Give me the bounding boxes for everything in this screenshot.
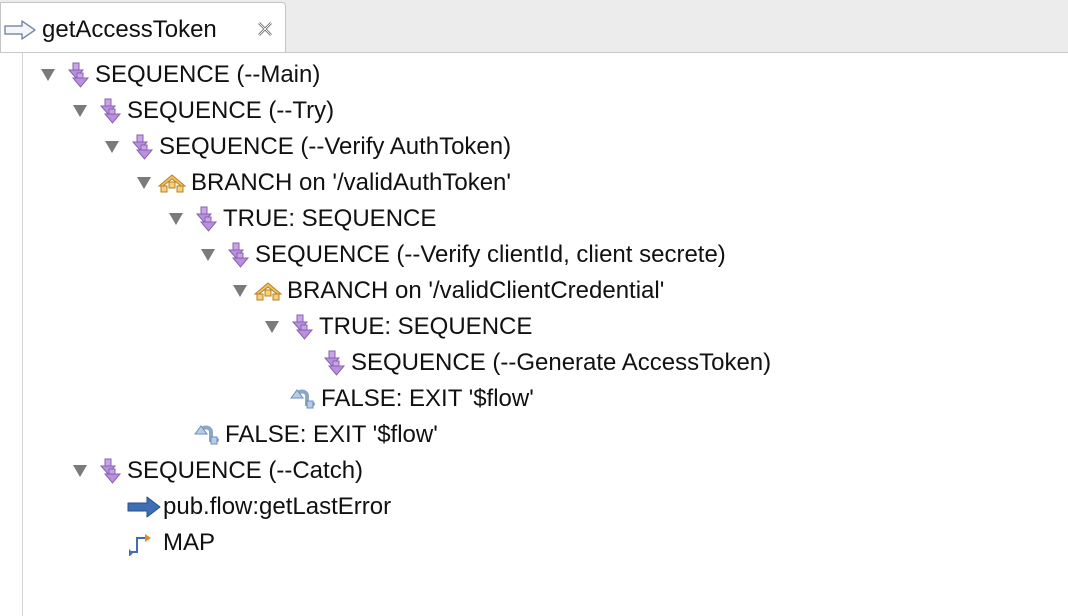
expand-triangle-icon[interactable] <box>200 248 216 262</box>
sequence-icon <box>99 458 122 484</box>
tree-item-label: SEQUENCE (--Verify clientId, client secr… <box>255 241 726 268</box>
tree-item-label: SEQUENCE (--Verify AuthToken) <box>159 133 512 160</box>
tree-item-label: SEQUENCE (--Generate AccessToken) <box>351 349 772 376</box>
tree-item-label: TRUE: SEQUENCE <box>319 313 533 340</box>
tab-title: getAccessToken <box>42 16 217 43</box>
sequence-icon <box>67 62 90 88</box>
tree-item-map[interactable]: MAP <box>127 525 215 561</box>
tree-item-label: TRUE: SEQUENCE <box>223 205 437 232</box>
tree-item-true-sequence[interactable]: TRUE: SEQUENCE <box>168 201 437 237</box>
tree-item-label: SEQUENCE (--Catch) <box>127 457 364 484</box>
tree-item-label: FALSE: EXIT '$flow' <box>225 421 438 448</box>
tree-item-sequence-verify-authtoken[interactable]: SEQUENCE (--Verify AuthToken) <box>104 129 512 165</box>
sequence-icon <box>291 314 314 340</box>
expand-triangle-icon[interactable] <box>40 68 56 82</box>
tree-item-label: BRANCH on '/validAuthToken' <box>191 169 511 196</box>
tree-item-true-sequence-inner[interactable]: TRUE: SEQUENCE <box>264 309 533 345</box>
tree-item-label: MAP <box>163 529 216 556</box>
exit-icon <box>290 389 315 409</box>
expand-triangle-icon[interactable] <box>168 212 184 226</box>
expand-triangle-icon[interactable] <box>232 284 248 298</box>
sequence-icon <box>131 134 154 160</box>
expand-triangle-icon[interactable] <box>136 176 152 190</box>
invoke-icon <box>127 496 161 518</box>
editor-tab-bar: getAccessToken <box>0 0 1068 53</box>
expand-triangle-icon[interactable] <box>104 140 120 154</box>
flow-arrow-icon <box>4 20 36 40</box>
sequence-icon <box>99 98 122 124</box>
flow-tree-view: SEQUENCE (--Main) SEQUENCE (--Try) SEQUE… <box>22 53 1068 616</box>
tree-item-label: BRANCH on '/validClientCredential' <box>287 277 665 304</box>
tab-getaccesstoken[interactable]: getAccessToken <box>0 2 286 52</box>
sequence-icon <box>227 242 250 268</box>
tree-item-sequence-main[interactable]: SEQUENCE (--Main) <box>40 57 321 93</box>
tree-item-false-exit-outer[interactable]: FALSE: EXIT '$flow' <box>193 417 438 453</box>
tree-item-branch-validclientcredential[interactable]: BRANCH on '/validClientCredential' <box>232 273 665 309</box>
tree-item-sequence-generate-accesstoken[interactable]: SEQUENCE (--Generate AccessToken) <box>323 345 771 381</box>
tree-item-branch-validauthtoken[interactable]: BRANCH on '/validAuthToken' <box>136 165 511 201</box>
branch-icon <box>253 282 283 301</box>
tree-item-sequence-catch[interactable]: SEQUENCE (--Catch) <box>72 453 364 489</box>
tree-item-false-exit-inner[interactable]: FALSE: EXIT '$flow' <box>289 381 534 417</box>
tree-item-label: FALSE: EXIT '$flow' <box>321 385 534 412</box>
exit-icon <box>194 425 219 445</box>
tree-item-invoke-getlasterror[interactable]: pub.flow:getLastError <box>127 489 391 525</box>
sequence-icon <box>323 350 346 376</box>
map-icon <box>129 534 151 556</box>
sequence-icon <box>195 206 218 232</box>
expand-triangle-icon[interactable] <box>72 464 88 478</box>
tree-item-label: pub.flow:getLastError <box>163 493 392 520</box>
tree-item-sequence-verify-client[interactable]: SEQUENCE (--Verify clientId, client secr… <box>200 237 726 273</box>
tree-item-sequence-try[interactable]: SEQUENCE (--Try) <box>72 93 335 129</box>
expand-triangle-icon[interactable] <box>264 320 280 334</box>
tree-item-label: SEQUENCE (--Main) <box>95 61 321 88</box>
expand-triangle-icon[interactable] <box>72 104 88 118</box>
close-icon[interactable] <box>255 19 275 39</box>
branch-icon <box>157 174 187 193</box>
tree-item-label: SEQUENCE (--Try) <box>127 97 335 124</box>
